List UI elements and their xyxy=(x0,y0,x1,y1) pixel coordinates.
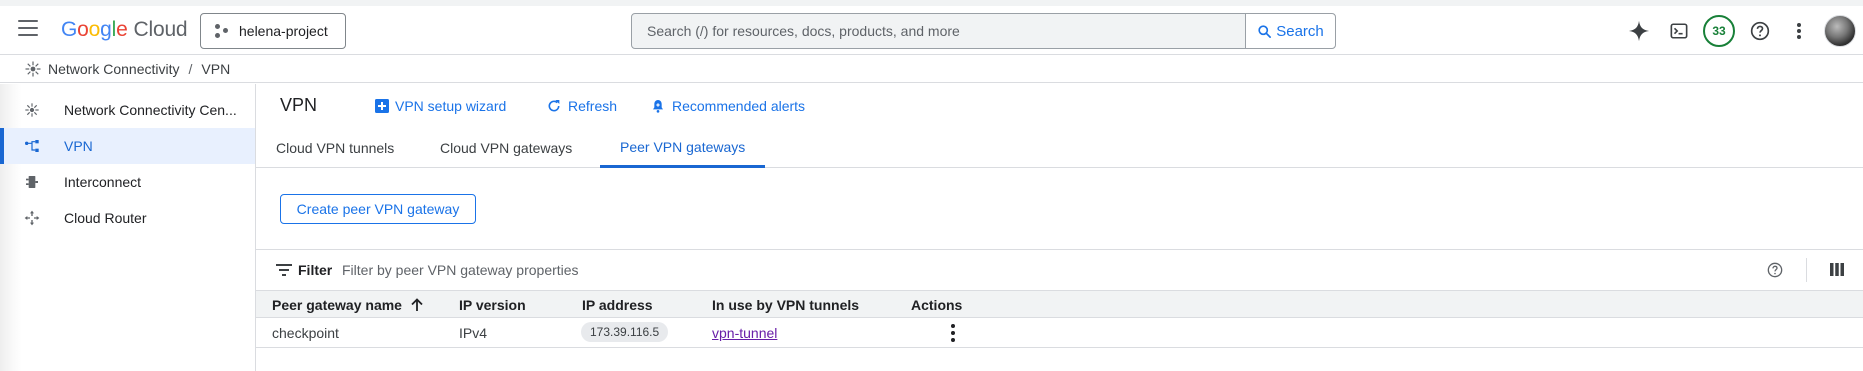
more-options-icon[interactable] xyxy=(1786,16,1812,46)
search-button-label: Search xyxy=(1276,22,1324,40)
divider xyxy=(1806,258,1807,282)
filter-input[interactable] xyxy=(342,259,942,281)
column-header-in-use-by-vpn-tunnels[interactable]: In use by VPN tunnels xyxy=(712,297,859,313)
sidebar-item-network-connectivity-center[interactable]: Network Connectivity Cen... xyxy=(0,92,255,128)
sidebar-item-label: Interconnect xyxy=(64,174,142,190)
search-button[interactable]: Search xyxy=(1245,14,1335,48)
search-icon xyxy=(1258,24,1272,38)
vpn-icon xyxy=(24,138,40,154)
gemini-sparkle-icon[interactable] xyxy=(1624,16,1654,46)
tab-cloud-vpn-tunnels[interactable]: Cloud VPN tunnels xyxy=(256,128,414,168)
cell-peer-gateway-name: checkpoint xyxy=(272,325,339,341)
refresh-icon xyxy=(548,100,560,112)
interconnect-icon xyxy=(24,174,40,190)
project-picker-button[interactable]: helena-project xyxy=(200,13,346,49)
filter-label: Filter xyxy=(298,262,333,278)
filter-bar: Filter xyxy=(256,249,1863,289)
bell-icon xyxy=(653,100,663,113)
table-header: Peer gateway name IP version IP address … xyxy=(256,290,1863,318)
add-box-icon xyxy=(375,99,389,113)
sidebar-item-vpn[interactable]: VPN xyxy=(0,128,255,164)
column-header-ip-address[interactable]: IP address xyxy=(582,297,653,313)
sidebar-item-cloud-router[interactable]: Cloud Router xyxy=(0,200,255,236)
search-bar: Search xyxy=(631,13,1336,49)
hub-icon xyxy=(24,102,40,118)
recommended-alerts-button[interactable]: Recommended alerts xyxy=(650,98,805,114)
top-app-bar: GoogleCloud helena-project Search 33 xyxy=(0,0,1863,55)
vpn-setup-wizard-button[interactable]: VPN setup wizard xyxy=(375,98,506,114)
account-avatar[interactable] xyxy=(1823,15,1857,47)
filter-list-icon xyxy=(276,264,292,276)
column-header-actions: Actions xyxy=(911,297,963,313)
cell-ip-version: IPv4 xyxy=(459,325,488,341)
main-content: VPN VPN setup wizard Refresh Recommended… xyxy=(256,84,1863,371)
sort-ascending-icon xyxy=(411,298,423,311)
breadcrumb-vpn[interactable]: VPN xyxy=(201,61,230,77)
tab-bar: Cloud VPN tunnels Cloud VPN gateways Pee… xyxy=(256,128,1863,168)
filter-help-icon[interactable] xyxy=(1767,262,1783,281)
google-cloud-logo[interactable]: Google Cloud xyxy=(61,18,188,42)
logo-cloud-text: Cloud xyxy=(133,18,188,41)
ip-address-chip: 173.39.116.5 xyxy=(581,322,669,342)
router-icon xyxy=(24,210,40,226)
row-actions-menu-icon[interactable] xyxy=(945,323,961,343)
breadcrumb-network-connectivity[interactable]: Network Connectivity xyxy=(48,61,180,77)
sidebar-nav: Network Connectivity Cen... VPN Intercon… xyxy=(0,84,256,371)
recommended-alerts-label: Recommended alerts xyxy=(672,98,806,114)
sidebar-item-label: Network Connectivity Cen... xyxy=(64,102,237,118)
vpn-setup-wizard-label: VPN setup wizard xyxy=(395,98,507,114)
tab-peer-vpn-gateways[interactable]: Peer VPN gateways xyxy=(600,128,766,168)
refresh-button[interactable]: Refresh xyxy=(546,98,617,114)
column-header-ip-version[interactable]: IP version xyxy=(459,297,526,313)
page-title: VPN xyxy=(280,95,318,115)
create-peer-vpn-gateway-button[interactable]: Create peer VPN gateway xyxy=(280,194,476,224)
sidebar-item-label: Cloud Router xyxy=(64,210,147,226)
main-menu-icon[interactable] xyxy=(18,20,38,40)
logo-google-text: Google xyxy=(61,18,128,41)
vpn-tunnel-link[interactable]: vpn-tunnel xyxy=(712,325,777,341)
breadcrumb: Network Connectivity / VPN xyxy=(0,56,1863,83)
project-name: helena-project xyxy=(239,23,328,39)
sidebar-item-label: VPN xyxy=(64,138,93,154)
column-header-peer-gateway-name[interactable]: Peer gateway name xyxy=(272,297,424,313)
notifications-badge[interactable]: 33 xyxy=(1703,15,1735,47)
refresh-label: Refresh xyxy=(568,98,618,114)
avatar xyxy=(1824,15,1856,47)
table-row: checkpoint IPv4 173.39.116.5 vpn-tunnel xyxy=(256,318,1863,348)
column-header-label: Peer gateway name xyxy=(272,297,402,313)
sidebar-item-interconnect[interactable]: Interconnect xyxy=(0,164,255,200)
cloud-shell-icon[interactable] xyxy=(1664,16,1694,46)
project-icon xyxy=(215,24,229,38)
column-display-options-icon[interactable] xyxy=(1830,263,1844,279)
notification-count: 33 xyxy=(1703,15,1735,47)
tab-cloud-vpn-gateways[interactable]: Cloud VPN gateways xyxy=(420,128,592,168)
filter-button[interactable]: Filter xyxy=(276,262,332,278)
breadcrumb-separator: / xyxy=(188,61,193,77)
help-icon[interactable] xyxy=(1745,16,1775,46)
page-header: VPN VPN setup wizard Refresh Recommended… xyxy=(256,84,1863,128)
network-connectivity-icon xyxy=(25,61,41,77)
search-input[interactable] xyxy=(632,14,1245,48)
